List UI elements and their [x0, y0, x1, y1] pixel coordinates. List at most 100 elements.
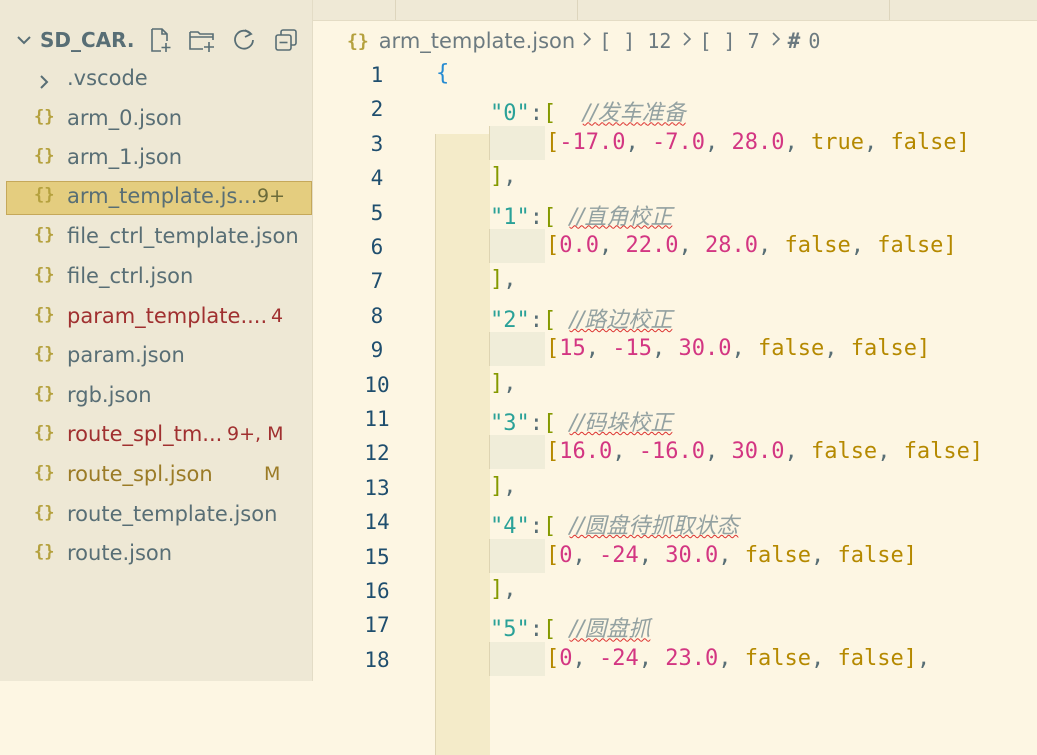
comma: ,: [503, 577, 517, 602]
file-item-route-template[interactable]: {} route_template.json: [6, 499, 312, 533]
comma: ,: [784, 129, 811, 155]
json-key: "4": [490, 514, 530, 540]
code-line: "2":[ //路边校正: [490, 302, 672, 334]
code-line: [0.0, 22.0, 28.0, false, false]: [546, 233, 957, 258]
chevron-right-icon: [681, 31, 693, 52]
open-bracket: [: [546, 645, 560, 671]
comma: ,: [503, 473, 517, 499]
file-item-route-spl[interactable]: {} route_spl.json M: [6, 459, 312, 493]
line-number: 2: [370, 97, 384, 122]
comma: ,: [678, 233, 705, 258]
breadcrumb-array-12[interactable]: [ ] 12: [599, 29, 671, 53]
bool-value: false: [744, 645, 811, 671]
bool-value: false: [890, 129, 957, 155]
line-number: 14: [364, 510, 390, 535]
file-item-route-spl-template[interactable]: {} route_spl_tm... 9+, M: [6, 419, 312, 453]
bool-value: false: [837, 645, 904, 671]
file-item-param-template[interactable]: {} param_template.... 4: [6, 301, 312, 335]
code-line: ],: [490, 577, 517, 602]
number-value: 28.0: [731, 129, 785, 155]
chevron-right-icon: [38, 71, 50, 95]
file-item-arm-0[interactable]: {} arm_0.json: [6, 103, 312, 137]
comma: ,: [877, 439, 904, 465]
code-comment: //圆盘抓: [569, 617, 651, 643]
line-number: 6: [370, 235, 384, 259]
open-brace: {: [436, 61, 450, 86]
line-number: 7: [370, 269, 384, 294]
json-key: "3": [490, 411, 530, 436]
code-comment: //码垛校正: [569, 411, 673, 436]
code-line: ],: [490, 267, 517, 292]
explorer-sidebar: SD_CAR... .vscode {} arm_0.json {} arm_1…: [0, 0, 313, 681]
file-name: route_spl.json: [67, 462, 213, 486]
code-line: [15, -15, 30.0, false, false]: [546, 336, 930, 361]
file-item-arm-template[interactable]: {} arm_template.js... 9+: [6, 181, 312, 215]
tab-divider: [889, 0, 890, 20]
json-file-icon: {}: [34, 542, 55, 562]
line-number: 15: [364, 544, 390, 569]
line-number: 5: [370, 200, 384, 225]
line-number: 10: [364, 372, 390, 397]
indent-guide: [489, 332, 545, 367]
json-file-icon: {}: [34, 107, 55, 127]
code-line: [16.0, -16.0, 30.0, false, false]: [546, 439, 983, 464]
comma: ,: [810, 645, 838, 671]
comma: ,: [916, 645, 931, 671]
breadcrumb: {} arm_template.json [ ] 12 [ ] 7 # 0: [313, 22, 1037, 60]
code-editor[interactable]: 1 2 3 4 5 6 7 8 9 10 11 12 13 14 15 16 17 18{"0":[ //发车准备…: [313, 60, 1037, 755]
comma: ,: [503, 370, 517, 396]
indent-guide: [489, 538, 545, 573]
file-name: param_template....: [67, 304, 268, 328]
code-line: {: [436, 61, 449, 86]
line-number: 3: [370, 131, 384, 156]
comma: ,: [572, 645, 599, 671]
refresh-icon[interactable]: [230, 26, 258, 54]
breadcrumb-number-0[interactable]: 0: [808, 29, 820, 53]
comma: ,: [612, 439, 639, 465]
explorer-header[interactable]: SD_CAR...: [0, 20, 313, 60]
json-key: "5": [490, 617, 530, 643]
number-value: 30.0: [678, 336, 732, 362]
folder-item-vscode[interactable]: .vscode: [6, 63, 312, 97]
json-file-icon: {}: [34, 146, 55, 166]
file-item-route[interactable]: {} route.json: [6, 538, 312, 572]
open-bracket: [: [543, 204, 557, 230]
number-value: -7.0: [651, 129, 705, 155]
code-line: [0, -24, 23.0, false, false],: [546, 646, 930, 671]
comma: ,: [704, 129, 732, 155]
chevron-down-icon[interactable]: [16, 32, 32, 48]
number-value: 16.0: [559, 439, 613, 465]
file-item-file-ctrl[interactable]: {} file_ctrl.json: [6, 261, 312, 295]
open-bracket: [: [546, 439, 560, 465]
json-file-icon: {}: [34, 265, 55, 285]
explorer-actions: [146, 26, 300, 54]
json-key: "2": [490, 307, 530, 333]
open-bracket: [: [546, 233, 560, 258]
breadcrumb-array-7[interactable]: [ ] 7: [699, 29, 759, 53]
file-item-rgb[interactable]: {} rgb.json: [6, 380, 312, 414]
problem-badge: 4: [271, 305, 284, 327]
code-line: "4":[ //圆盘待抓取状态: [490, 508, 738, 540]
new-file-icon[interactable]: [146, 26, 174, 54]
chevron-right-icon: [770, 31, 782, 52]
new-folder-icon[interactable]: [188, 26, 216, 54]
hash-icon: #: [787, 29, 801, 53]
workspace-title: SD_CAR...: [40, 28, 136, 52]
chevron-right-icon: [581, 31, 593, 52]
close-bracket: ]: [903, 645, 917, 671]
file-item-file-ctrl-template[interactable]: {} file_ctrl_template.json: [6, 221, 312, 255]
breadcrumb-file[interactable]: arm_template.json: [379, 29, 576, 53]
code-comment: //发车准备: [582, 101, 686, 127]
open-bracket: [: [546, 129, 560, 155]
file-name: file_ctrl.json: [67, 264, 194, 288]
file-item-arm-1[interactable]: {} arm_1.json: [6, 142, 312, 176]
json-file-icon: {}: [34, 423, 55, 443]
open-bracket: [: [543, 617, 557, 643]
json-file-icon: {}: [34, 463, 55, 483]
bool-value: true: [810, 129, 864, 155]
collapse-all-icon[interactable]: [272, 26, 300, 54]
indent-guide: [489, 641, 545, 676]
file-item-param[interactable]: {} param.json: [6, 340, 312, 374]
